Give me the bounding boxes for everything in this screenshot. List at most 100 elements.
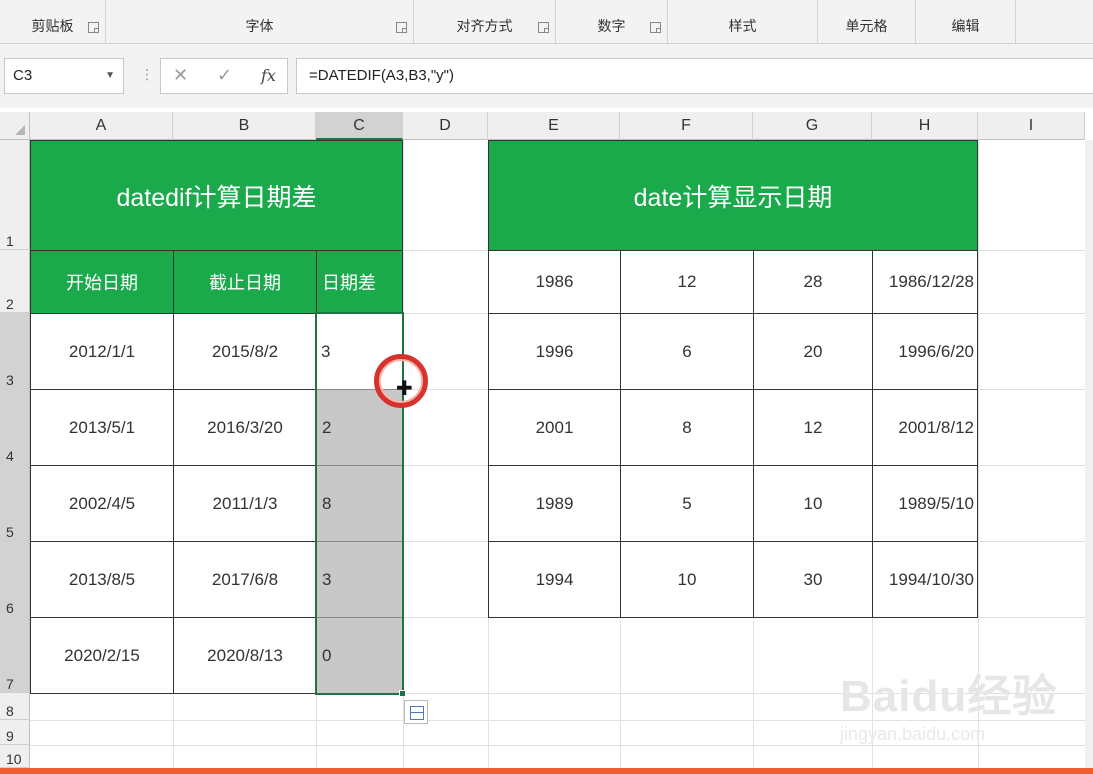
table-cell[interactable]: 2002/4/5 (30, 465, 174, 542)
table-cell[interactable]: 2012/1/1 (30, 313, 174, 390)
table-cell[interactable]: 30 (753, 541, 873, 618)
select-all-button[interactable] (0, 112, 30, 140)
ribbon-group-label: 编辑 (951, 18, 980, 34)
fill-handle[interactable] (399, 690, 406, 697)
formula-buttons: ✕ ✓ fx (160, 58, 288, 94)
table-cell[interactable]: 5 (620, 465, 754, 542)
ribbon-group-cells[interactable]: 单元格 (818, 0, 916, 44)
row-header-8[interactable]: 8 (0, 693, 30, 720)
row-header-4[interactable]: 4 (0, 389, 30, 465)
table-cell[interactable]: 6 (620, 313, 754, 390)
table-cell[interactable]: 1989 (488, 465, 621, 542)
table-cell[interactable]: 12 (753, 389, 873, 466)
dialog-launcher-icon[interactable] (396, 22, 407, 33)
table-cell[interactable]: 1996/6/20 (872, 313, 978, 390)
quick-analysis-icon (410, 706, 424, 720)
ribbon-group-editing[interactable]: 编辑 (916, 0, 1016, 44)
table1-header-start-date[interactable]: 开始日期 (30, 250, 174, 314)
row-number: 9 (6, 728, 14, 744)
row-header-3[interactable]: 3 (0, 313, 30, 389)
formula-input[interactable]: =DATEDIF(A3,B3,"y") (296, 58, 1093, 94)
table2-title-cell[interactable]: date计算显示日期 (488, 140, 978, 251)
table-cell[interactable]: 1986 (488, 250, 621, 314)
ribbon-group-label: 单元格 (845, 18, 888, 34)
dialog-launcher-icon[interactable] (88, 22, 99, 33)
ribbon-group-label: 样式 (728, 18, 757, 34)
drag-handle-icon[interactable]: ⋮ (140, 66, 154, 83)
row-header-5[interactable]: 5 (0, 465, 30, 541)
column-header-b[interactable]: B (173, 112, 316, 140)
table-cell[interactable]: 1994 (488, 541, 621, 618)
row-number: 2 (6, 296, 14, 312)
table-cell[interactable]: 2017/6/8 (173, 541, 317, 618)
table-cell[interactable]: 1986/12/28 (872, 250, 978, 314)
gridline (30, 745, 1093, 746)
dialog-launcher-icon[interactable] (650, 22, 661, 33)
table-cell[interactable]: 1996 (488, 313, 621, 390)
table1-header-diff[interactable]: 日期差 (316, 250, 403, 314)
table-cell[interactable]: 2016/3/20 (173, 389, 317, 466)
ribbon: 剪贴板 字体 对齐方式 数字 样式 单元格 编辑 (0, 0, 1093, 44)
row-number: 3 (6, 372, 14, 388)
table-cell[interactable]: 2011/1/3 (173, 465, 317, 542)
row-number: 1 (6, 233, 14, 249)
name-box-value: C3 (13, 67, 33, 84)
row-header-1[interactable]: 1 (0, 140, 30, 250)
ribbon-group-font[interactable]: 字体 (106, 0, 414, 44)
column-header-d[interactable]: D (403, 112, 488, 140)
ribbon-group-styles[interactable]: 样式 (668, 0, 818, 44)
table-cell[interactable]: 10 (753, 465, 873, 542)
row-header-7[interactable]: 7 (0, 617, 30, 693)
column-header-c[interactable]: C (316, 112, 403, 140)
column-header-g[interactable]: G (753, 112, 872, 140)
name-box[interactable]: C3 ▼ (4, 58, 124, 94)
vertical-scrollbar[interactable] (1085, 140, 1093, 768)
row-header-9[interactable]: 9 (0, 720, 30, 745)
ribbon-group-number[interactable]: 数字 (556, 0, 668, 44)
table-cell[interactable]: 2020/2/15 (30, 617, 174, 694)
table1-title-cell[interactable]: datedif计算日期差 (30, 140, 403, 251)
cancel-icon[interactable]: ✕ (173, 65, 188, 86)
row-number: 6 (6, 600, 14, 616)
table-cell[interactable]: 2001 (488, 389, 621, 466)
table-cell[interactable]: 2001/8/12 (872, 389, 978, 466)
table-cell[interactable]: 12 (620, 250, 754, 314)
table-cell[interactable]: 8 (620, 389, 754, 466)
column-header-f[interactable]: F (620, 112, 753, 140)
table-cell[interactable]: 2013/8/5 (30, 541, 174, 618)
table-cell[interactable]: 2015/8/2 (173, 313, 317, 390)
quick-analysis-button[interactable] (404, 700, 428, 724)
ribbon-group-clipboard[interactable]: 剪贴板 (0, 0, 106, 44)
watermark-url: jingyan.baidu.com (840, 724, 986, 744)
table-cell[interactable]: 20 (753, 313, 873, 390)
row-number: 10 (6, 751, 22, 767)
ribbon-group-alignment[interactable]: 对齐方式 (414, 0, 556, 44)
table-cell[interactable]: 10 (620, 541, 754, 618)
row-header-10[interactable]: 10 (0, 745, 30, 768)
ribbon-group-label: 对齐方式 (456, 18, 513, 34)
row-number: 7 (6, 676, 14, 692)
table1-header-end-date[interactable]: 截止日期 (173, 250, 317, 314)
table-cell[interactable]: 2013/5/1 (30, 389, 174, 466)
row-header-2[interactable]: 2 (0, 250, 30, 313)
column-header-i[interactable]: I (978, 112, 1085, 140)
table-cell[interactable]: 2020/8/13 (173, 617, 317, 694)
column-header-a[interactable]: A (30, 112, 173, 140)
row-number: 4 (6, 448, 14, 464)
table-cell[interactable]: 1989/5/10 (872, 465, 978, 542)
watermark-logo: Baidu经验 (840, 672, 1058, 721)
table-cell[interactable]: 28 (753, 250, 873, 314)
ribbon-group-label: 字体 (245, 18, 274, 34)
row-header-6[interactable]: 6 (0, 541, 30, 617)
fill-cursor-icon: ✚ (396, 378, 413, 400)
dialog-launcher-icon[interactable] (538, 22, 549, 33)
enter-icon[interactable]: ✓ (217, 65, 232, 86)
column-header-h[interactable]: H (872, 112, 978, 140)
insert-function-icon[interactable]: fx (261, 66, 276, 85)
chevron-down-icon[interactable]: ▼ (105, 70, 115, 81)
table-cell[interactable]: 1994/10/30 (872, 541, 978, 618)
row-number: 8 (6, 703, 14, 719)
column-header-e[interactable]: E (488, 112, 620, 140)
video-progress-bar[interactable] (0, 768, 1093, 774)
row-number: 5 (6, 524, 14, 540)
